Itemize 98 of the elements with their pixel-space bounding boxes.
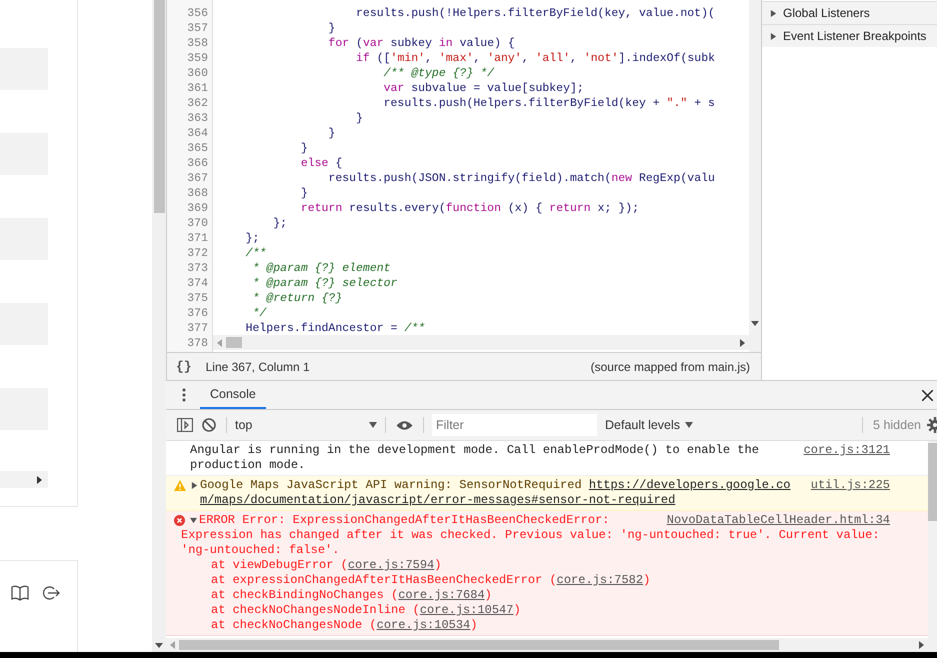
sidebar-section-header[interactable]: Event Listener Breakpoints xyxy=(762,24,937,47)
line-number: 365 xyxy=(186,141,208,156)
stack-frame: at checkBindingNoChanges (core.js:7684) xyxy=(181,588,492,603)
code-line: else { xyxy=(300,156,342,171)
scrollbar-thumb[interactable] xyxy=(179,640,779,650)
scroll-down-icon[interactable] xyxy=(751,321,759,326)
line-number: 368 xyxy=(186,186,208,201)
line-number: 366 xyxy=(186,156,208,171)
eye-icon[interactable] xyxy=(396,420,413,430)
sign-out-icon[interactable] xyxy=(43,585,60,601)
scrollbar-thumb[interactable] xyxy=(226,337,242,348)
message-text: ERROR Error: ExpressionChangedAfterItHasBeenCheckedError: xyxy=(199,513,610,528)
code-line: }; xyxy=(272,216,288,231)
line-number: 358 xyxy=(186,36,208,51)
line-number: 367 xyxy=(186,171,208,186)
line-number: 361 xyxy=(186,81,208,96)
clear-icon[interactable] xyxy=(202,418,216,432)
error-icon xyxy=(174,515,185,526)
code-line: if (['min', 'max', 'any', 'all', 'not'].indexOf(subk xyxy=(355,51,715,66)
page-scrollbar[interactable] xyxy=(152,0,166,652)
code-line: results.push(Helpers.filterByField(key + "." + s xyxy=(382,96,715,111)
code-line: } xyxy=(327,126,336,141)
code-line: var subvalue = value[subkey]; xyxy=(382,81,584,96)
code-line: results.push(!Helpers.filterByField(key, value.not)( xyxy=(355,6,715,21)
line-number: 373 xyxy=(186,261,208,276)
stack-frame: at expressionChangedAfterItHasBeenCheckedError (core.js:7582) xyxy=(181,573,650,588)
message-text: Angular is running in the development mode. Call enableProdMode() to enable the production mode. xyxy=(190,443,760,473)
stack-link[interactable]: core.js:7684 xyxy=(398,588,485,602)
code-line: * @param {?} selector xyxy=(252,276,398,291)
line-number: 371 xyxy=(186,231,208,246)
code-line: */ xyxy=(252,306,266,321)
stack-link[interactable]: core.js:10534 xyxy=(376,618,470,632)
scroll-right-icon[interactable] xyxy=(919,641,924,649)
dropdown-caret-icon xyxy=(369,422,377,428)
scrollbar-thumb[interactable] xyxy=(154,0,164,213)
code-line: /** xyxy=(244,246,266,261)
code-line: results.push(JSON.stringify(field).match(new RegExp(valu xyxy=(327,171,715,186)
stack-link[interactable]: core.js:7582 xyxy=(556,573,644,587)
code-line: }; xyxy=(244,231,260,246)
hidden-count: 5 hidden xyxy=(873,416,921,434)
horizontal-scrollbar[interactable] xyxy=(213,335,749,350)
line-number: 370 xyxy=(186,216,208,231)
scrollbar-thumb[interactable] xyxy=(928,443,937,521)
code-line: } xyxy=(327,21,336,36)
warning-icon xyxy=(174,480,186,491)
source-map-note: (source mapped from main.js) xyxy=(590,358,751,376)
line-number: 369 xyxy=(186,201,208,216)
book-icon[interactable] xyxy=(11,585,29,601)
line-number: 357 xyxy=(186,21,208,36)
stack-link[interactable]: core.js:7594 xyxy=(348,558,434,572)
scroll-right-icon[interactable] xyxy=(740,338,745,346)
pretty-print-button[interactable]: {} xyxy=(176,356,192,376)
line-number: 374 xyxy=(186,276,208,291)
stack-frame: at checkNoChangesNodeInline (core.js:10547) xyxy=(181,603,521,618)
line-number: 359 xyxy=(186,51,208,66)
line-number: 360 xyxy=(186,66,208,81)
expanded-triangle-icon[interactable] xyxy=(190,517,197,524)
collapsed-triangle-icon[interactable] xyxy=(191,482,198,489)
stack-link[interactable]: core.js:10547 xyxy=(420,603,514,617)
stack-frame: at viewDebugError (core.js:7594) xyxy=(181,558,442,573)
levels-dropdown[interactable]: Default levels xyxy=(605,416,694,434)
stack-frame: at checkNoChangesNode (core.js:10534) xyxy=(181,618,478,633)
line-number: 356 xyxy=(186,6,208,21)
code-line: } xyxy=(300,186,308,201)
caret-icon[interactable] xyxy=(37,476,42,484)
close-icon[interactable] xyxy=(922,390,933,400)
source-link[interactable]: util.js:225 xyxy=(810,478,890,508)
line-number: 362 xyxy=(186,96,208,111)
code-line: } xyxy=(300,141,308,156)
line-number: 378 xyxy=(186,336,208,351)
error-detail: Expression has changed after it was checked. Previous value: 'ng-untouched: true'. Current value: 'ng-untouched: false'. xyxy=(181,528,881,558)
code-line: * @return {?} xyxy=(252,291,342,306)
dropdown-caret-icon xyxy=(685,422,694,428)
more-menu-icon[interactable] xyxy=(182,388,186,402)
line-number: 375 xyxy=(186,291,208,306)
line-number: 377 xyxy=(186,321,208,336)
code-line: for (var subkey in value) { xyxy=(327,36,515,51)
scroll-down-icon[interactable] xyxy=(155,643,163,648)
code-line: } xyxy=(355,111,363,126)
context-select[interactable]: top xyxy=(235,416,385,434)
vertical-scrollbar[interactable] xyxy=(928,441,937,652)
code-line: return results.every(function (x) { return x; }); xyxy=(300,201,640,216)
line-number: 364 xyxy=(186,126,208,141)
cursor-position: Line 367, Column 1 xyxy=(206,358,310,376)
sidebar-toggle-icon[interactable] xyxy=(177,418,193,432)
sidebar-section-header[interactable]: Global Listeners xyxy=(762,1,937,24)
source-link[interactable]: core.js:3121 xyxy=(804,443,890,473)
filter-field[interactable]: Filter xyxy=(432,414,597,436)
line-number: 376 xyxy=(186,306,208,321)
source-link[interactable]: NovoDataTableCellHeader.html:34 xyxy=(666,513,890,528)
message-text: Google Maps JavaScript API warning: SensorNotRequired https://developers.google.com/maps/documentation/javascript/error-messages#sensor-not-required xyxy=(200,478,792,508)
line-number: 372 xyxy=(186,246,208,261)
collapsed-triangle-icon[interactable] xyxy=(770,10,777,16)
code-line: Helpers.findAncestor = /** xyxy=(244,321,426,335)
line-number: 363 xyxy=(186,111,208,126)
collapsed-triangle-icon[interactable] xyxy=(770,32,777,40)
code-line: * @param {?} element xyxy=(252,261,391,276)
code-line: /** @type {?} */ xyxy=(382,66,494,81)
